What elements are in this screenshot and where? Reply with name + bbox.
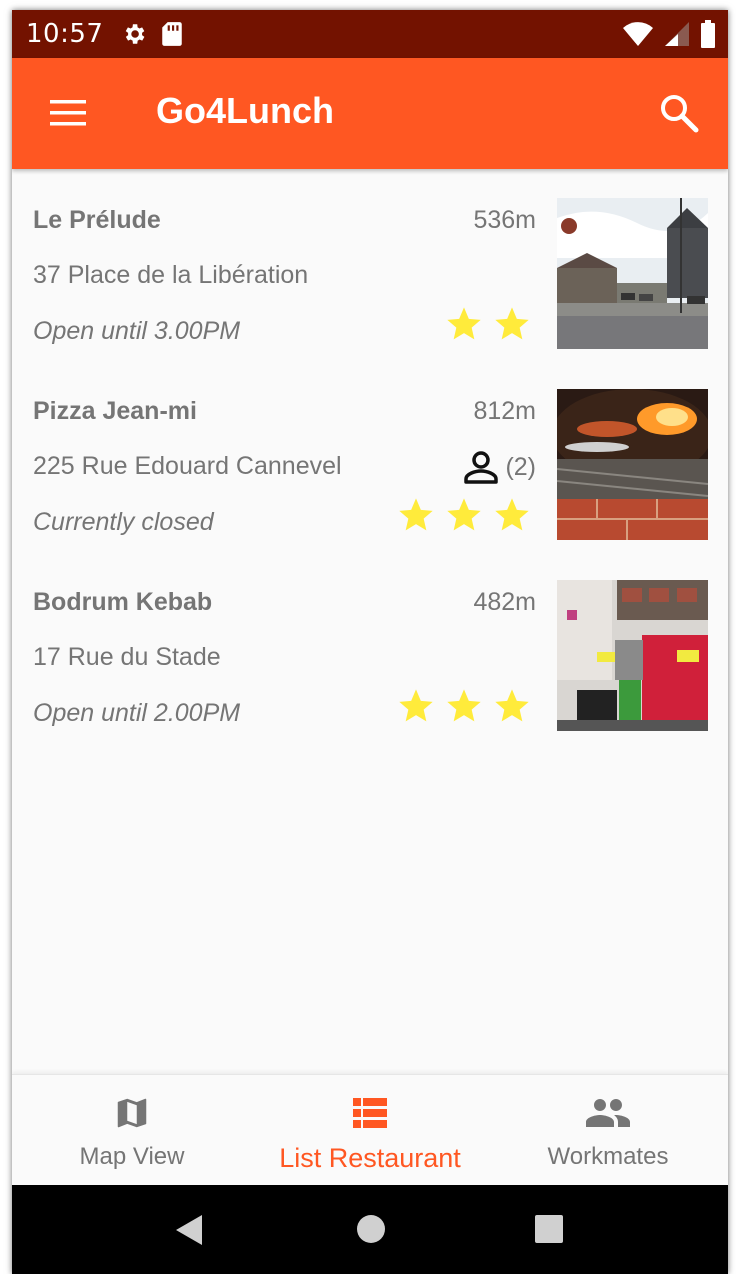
- workmates-count-label: (2): [505, 452, 536, 481]
- status-bar: 10:57: [12, 10, 728, 58]
- tab-label: Workmates: [547, 1143, 669, 1170]
- people-icon: [586, 1099, 630, 1127]
- restaurant-distance: 812m: [473, 397, 536, 425]
- rating-stars: [444, 304, 532, 344]
- star-icon: [399, 689, 433, 722]
- status-time: 10:57: [26, 19, 104, 49]
- signal-icon: [664, 21, 690, 51]
- restaurant-hours: Open until 2.00PM: [33, 699, 241, 727]
- restaurant-address: 17 Rue du Stade: [33, 643, 221, 671]
- restaurant-item[interactable]: Bodrum Kebab 482m 17 Rue du Stade Open u…: [12, 560, 728, 751]
- search-button[interactable]: [658, 92, 700, 134]
- rating-stars: [396, 495, 532, 535]
- restaurant-item[interactable]: Pizza Jean-mi 812m 225 Rue Edouard Canne…: [12, 369, 728, 560]
- wifi-icon: [622, 21, 654, 51]
- tab-workmates[interactable]: Workmates: [528, 1075, 688, 1186]
- workmates-count: (2): [463, 449, 536, 485]
- star-icon: [447, 689, 481, 722]
- restaurant-name: Pizza Jean-mi: [33, 397, 197, 425]
- tab-label: List Restaurant: [279, 1143, 461, 1173]
- back-triangle-icon: [176, 1215, 202, 1245]
- home-button[interactable]: [355, 1213, 387, 1249]
- back-button[interactable]: [174, 1213, 204, 1251]
- tab-list-restaurant[interactable]: List Restaurant: [270, 1075, 470, 1186]
- restaurant-address: 37 Place de la Libération: [33, 261, 309, 289]
- star-icon: [399, 498, 433, 531]
- recents-square-icon: [535, 1215, 563, 1243]
- battery-icon: [700, 20, 716, 52]
- star-icon: [495, 498, 529, 531]
- restaurant-photo: [557, 389, 708, 540]
- hamburger-icon: [50, 100, 86, 126]
- rating-stars: [396, 686, 532, 726]
- restaurant-name: Le Prélude: [33, 206, 161, 234]
- search-icon: [661, 95, 699, 133]
- tab-label: Map View: [79, 1143, 185, 1170]
- bottom-navigation: Map View List Restaurant Workmates: [12, 1074, 728, 1186]
- restaurant-hours: Open until 3.00PM: [33, 317, 241, 345]
- star-icon: [495, 307, 529, 340]
- app-title: Go4Lunch: [156, 90, 334, 131]
- app-bar: Go4Lunch: [12, 58, 728, 169]
- star-icon: [447, 307, 481, 340]
- map-icon: [117, 1098, 147, 1128]
- recents-button[interactable]: [534, 1213, 564, 1249]
- star-icon: [447, 498, 481, 531]
- settings-icon: [121, 21, 147, 47]
- list-icon: [353, 1098, 387, 1128]
- restaurant-hours: Currently closed: [33, 508, 214, 536]
- restaurant-photo: [557, 580, 708, 731]
- phone-screen: 10:57 Go4Lunch Le Prélude 536m 37 Place …: [12, 10, 728, 1274]
- restaurant-item[interactable]: Le Prélude 536m 37 Place de la Libératio…: [12, 178, 728, 369]
- system-navigation-bar: [12, 1185, 728, 1274]
- sd-card-icon: [161, 21, 183, 47]
- tab-map-view[interactable]: Map View: [52, 1075, 212, 1186]
- restaurant-distance: 536m: [473, 206, 536, 234]
- home-circle-icon: [357, 1215, 385, 1243]
- star-icon: [495, 689, 529, 722]
- menu-button[interactable]: [48, 96, 88, 130]
- restaurant-address: 225 Rue Edouard Cannevel: [33, 452, 342, 480]
- restaurant-distance: 482m: [473, 588, 536, 616]
- restaurant-list: Le Prélude 536m 37 Place de la Libératio…: [12, 178, 728, 751]
- person-icon: [464, 451, 499, 484]
- restaurant-name: Bodrum Kebab: [33, 588, 213, 616]
- restaurant-photo: [557, 198, 708, 349]
